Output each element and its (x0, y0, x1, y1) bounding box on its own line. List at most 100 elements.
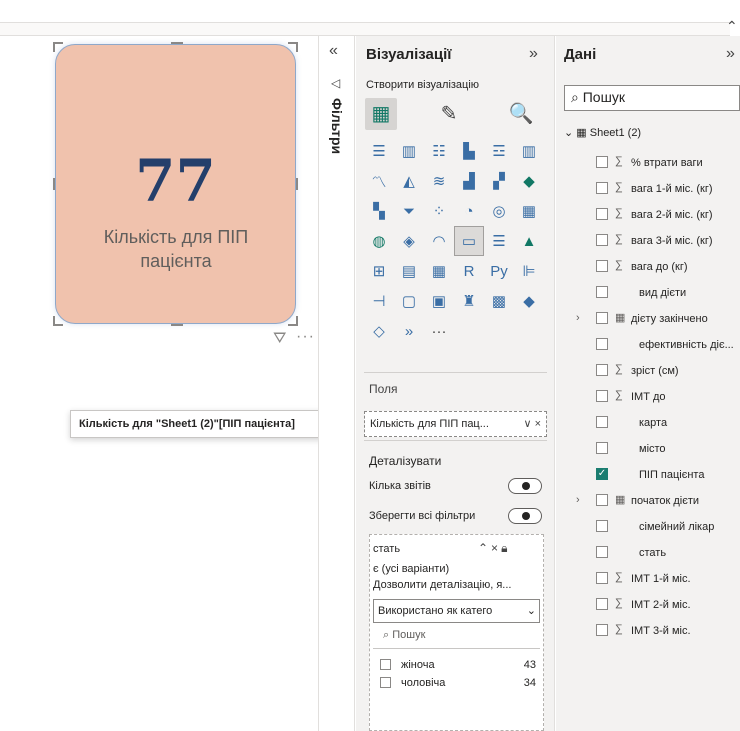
field-item[interactable]: ∑ ІМТ 1-й міс. (564, 570, 740, 594)
resize-handle-top-left[interactable] (53, 42, 63, 52)
field-item[interactable]: ∑ вага 3-й міс. (кг) (564, 232, 740, 256)
stacked-column-icon[interactable]: ▙ (454, 136, 484, 166)
checkbox[interactable] (596, 208, 608, 220)
table-node[interactable]: ⌄ ▦ Sheet1 (2) (564, 126, 641, 139)
expand-pane-icon[interactable]: » (726, 45, 735, 63)
gauge-icon[interactable]: ◠ (424, 226, 454, 256)
pill-actions[interactable]: ∨ × (523, 417, 541, 430)
checkbox[interactable] (596, 182, 608, 194)
qa-icon[interactable]: ▢ (394, 286, 424, 316)
filled-map-icon[interactable]: ◈ (394, 226, 424, 256)
donut-chart-icon[interactable]: ◎ (484, 196, 514, 226)
drill-usage-select[interactable]: Використано як катего ⌄ (373, 599, 540, 623)
field-item[interactable]: сімейний лікар (564, 518, 740, 542)
key-influencers-icon[interactable]: ⊫ (514, 256, 544, 286)
card-icon[interactable]: ▭ (454, 226, 484, 256)
field-item[interactable]: вид дієти (564, 284, 740, 308)
ribbon-chart-icon[interactable]: ◆ (514, 166, 544, 196)
checkbox[interactable] (596, 494, 608, 506)
resize-handle-bottom[interactable] (171, 324, 183, 326)
stacked-area-icon[interactable]: ≋ (424, 166, 454, 196)
smart-narrative-icon[interactable]: » (394, 316, 424, 346)
field-item[interactable]: ∑ ІМТ до (564, 388, 740, 412)
filters-pane-collapsed[interactable]: « ◁ Фільтри (318, 36, 355, 731)
python-visual-icon[interactable]: Py (484, 256, 514, 286)
checkbox[interactable] (596, 520, 608, 532)
funnel-icon[interactable]: ⏷ (394, 196, 424, 226)
checkbox[interactable] (596, 416, 608, 428)
resize-handle-bottom-right[interactable] (288, 316, 298, 326)
map-icon[interactable]: ◍ (364, 226, 394, 256)
field-item[interactable]: ∑ вага 2-й міс. (кг) (564, 206, 740, 230)
report-canvas[interactable]: 77 Кількість для ПІП пацієнта ⛛ ··· (0, 36, 318, 731)
clustered-column-icon[interactable]: ☲ (484, 136, 514, 166)
field-well-pill[interactable]: Кількість для ПІП пац... ∨ × (364, 411, 547, 437)
field-item[interactable]: ∑ вага до (кг) (564, 258, 740, 282)
checkbox[interactable] (596, 234, 608, 246)
card-visual[interactable]: 77 Кількість для ПІП пацієнта (53, 42, 298, 326)
analytics-tab-icon[interactable]: 🔍 (505, 98, 537, 130)
waterfall-icon[interactable]: ▚ (364, 196, 394, 226)
keep-filters-toggle[interactable] (508, 508, 542, 524)
format-visual-tab-icon[interactable]: ✎ (433, 98, 465, 130)
checkbox[interactable] (596, 572, 608, 584)
stacked-column-100-icon[interactable]: ▥ (514, 136, 544, 166)
power-apps-icon[interactable]: ◆ (514, 286, 544, 316)
chevron-down-icon[interactable]: ⌄ (564, 127, 576, 139)
line-clustered-column-icon[interactable]: ▞ (484, 166, 514, 196)
expand-pane-icon[interactable]: » (529, 45, 538, 63)
chevron-right-icon[interactable]: › (576, 312, 580, 324)
resize-handle-top-right[interactable] (288, 42, 298, 52)
checkbox[interactable] (596, 546, 608, 558)
field-item[interactable]: ∑ % втрати ваги (564, 154, 740, 178)
field-item[interactable]: карта (564, 414, 740, 438)
table-icon[interactable]: ▤ (394, 256, 424, 286)
kpi-icon[interactable]: ▲ (514, 226, 544, 256)
filters-label[interactable]: Фільтри (329, 98, 345, 154)
checkbox[interactable] (596, 312, 608, 324)
field-item[interactable]: місто (564, 440, 740, 464)
checkbox[interactable] (596, 260, 608, 272)
checkbox[interactable] (596, 286, 608, 298)
drill-value-item[interactable]: чоловіча 34 (380, 677, 540, 689)
slicer-icon[interactable]: ⊞ (364, 256, 394, 286)
stacked-bar-icon[interactable]: ☰ (364, 136, 394, 166)
field-item[interactable]: › ▦ початок дієти (564, 492, 740, 516)
resize-handle-bottom-left[interactable] (53, 316, 63, 326)
field-item[interactable]: ✓ ПІП пацієнта (564, 466, 740, 490)
treemap-icon[interactable]: ▦ (514, 196, 544, 226)
paginated-report-icon[interactable]: ▩ (484, 286, 514, 316)
drill-value-item[interactable]: жіноча 43 (380, 659, 540, 671)
clustered-bar-icon[interactable]: ▥ (394, 136, 424, 166)
drill-search-input[interactable]: ⌕ Пошук (373, 629, 540, 649)
line-chart-icon[interactable]: 〽 (364, 166, 394, 196)
build-visual-tab-icon[interactable]: ▦ (365, 98, 397, 130)
resize-handle-top[interactable] (171, 42, 183, 44)
data-search-input[interactable]: ⌕ Пошук (564, 85, 740, 111)
resize-handle-right[interactable] (296, 178, 298, 190)
checkbox[interactable] (596, 442, 608, 454)
checkbox[interactable] (380, 659, 391, 670)
field-item[interactable]: ∑ ІМТ 3-й міс. (564, 622, 740, 646)
more-visuals-icon[interactable]: ··· (424, 316, 454, 346)
checkbox[interactable] (596, 338, 608, 350)
pie-chart-icon[interactable]: ◔ (454, 196, 484, 226)
checkbox[interactable] (596, 156, 608, 168)
multi-row-card-icon[interactable]: ☰ (484, 226, 514, 256)
collapse-panes-icon[interactable]: « (329, 42, 338, 60)
line-column-icon[interactable]: ▟ (454, 166, 484, 196)
scatter-icon[interactable]: ⁘ (424, 196, 454, 226)
checkbox[interactable] (596, 390, 608, 402)
checkbox[interactable] (596, 624, 608, 636)
metrics-icon[interactable]: ♜ (454, 286, 484, 316)
r-visual-icon[interactable]: R (454, 256, 484, 286)
checkbox[interactable] (596, 598, 608, 610)
field-item[interactable]: ефективність діє... (564, 336, 740, 360)
cross-report-toggle[interactable] (508, 478, 542, 494)
resize-handle-left[interactable] (53, 178, 55, 190)
field-item[interactable]: стать (564, 544, 740, 568)
matrix-icon[interactable]: ▦ (424, 256, 454, 286)
field-item[interactable]: ∑ вага 1-й міс. (кг) (564, 180, 740, 204)
drill-field-actions[interactable]: ⌃×🔒︎ (478, 541, 510, 556)
filter-icon[interactable]: ⛛ (273, 330, 286, 348)
